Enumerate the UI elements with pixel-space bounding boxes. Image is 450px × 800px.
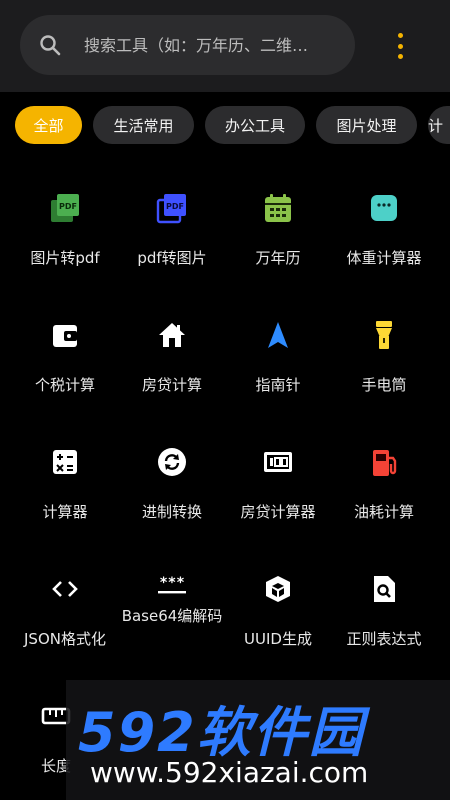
- tool-label: 计算器: [42, 503, 88, 521]
- tool-label: 正则表达式: [346, 630, 422, 648]
- counter-icon: [264, 452, 292, 472]
- category-tabs: 全部 生活常用 办公工具 图片处理 计: [0, 106, 450, 144]
- tool-label: 图片转pdf: [30, 249, 100, 267]
- tool-mortgage-calculator[interactable]: 房贷计算器: [222, 414, 334, 534]
- tool-income-tax[interactable]: 个税计算: [9, 287, 121, 407]
- tool-image-to-pdf[interactable]: PDF 图片转pdf: [9, 160, 121, 280]
- tool-regex[interactable]: 正则表达式: [328, 541, 440, 661]
- tool-label: 油耗计算: [353, 503, 414, 521]
- tool-label: 万年历: [255, 249, 301, 267]
- more-menu-icon[interactable]: [388, 30, 412, 62]
- calendar-icon: [265, 194, 291, 222]
- tool-label: 指南针: [255, 376, 301, 394]
- tool-calendar[interactable]: 万年历: [222, 160, 334, 280]
- tool-label: JSON格式化: [24, 630, 106, 648]
- tab-image-processing[interactable]: 图片处理: [316, 106, 417, 144]
- search-bar[interactable]: [20, 15, 355, 75]
- svg-text:***: ***: [159, 575, 184, 591]
- tool-flashlight[interactable]: 手电筒: [328, 287, 440, 407]
- wallet-icon: [53, 325, 77, 347]
- compass-icon: [268, 322, 288, 348]
- tool-json-format[interactable]: JSON格式化: [9, 541, 121, 661]
- flashlight-icon: [376, 321, 392, 349]
- search-input[interactable]: [84, 29, 346, 61]
- tool-compass[interactable]: 指南针: [222, 287, 334, 407]
- pdf-to-image-icon: PDF: [156, 194, 186, 224]
- svg-text:PDF: PDF: [166, 202, 184, 211]
- tab-daily-life[interactable]: 生活常用: [93, 106, 194, 144]
- image-to-pdf-icon: PDF: [51, 194, 79, 222]
- watermark: 592软件园 www.592xiazai.com: [66, 680, 450, 800]
- tab-office-tools[interactable]: 办公工具: [205, 106, 305, 144]
- tool-label: 进制转换: [141, 503, 202, 521]
- scale-icon: [371, 195, 397, 221]
- tool-fuel-consumption[interactable]: 油耗计算: [328, 414, 440, 534]
- tool-uuid[interactable]: UUID生成: [222, 541, 334, 661]
- gas-station-icon: [373, 450, 397, 476]
- tool-label: 个税计算: [34, 376, 95, 394]
- tool-label: Base64编解码: [121, 607, 223, 625]
- tool-label: 房贷计算: [141, 376, 202, 394]
- cube-icon: [266, 576, 290, 602]
- tool-base-conversion[interactable]: 进制转换: [116, 414, 228, 534]
- tool-calculator[interactable]: 计算器: [9, 414, 121, 534]
- tab-more[interactable]: 计: [428, 106, 450, 144]
- house-icon: [159, 323, 185, 347]
- password-icon: ***: [158, 575, 186, 594]
- tool-label: 房贷计算器: [240, 503, 316, 521]
- calculator-icon: [53, 450, 77, 474]
- top-bar: [0, 0, 450, 92]
- file-search-icon: [374, 576, 395, 602]
- tool-label: 体重计算器: [346, 249, 422, 267]
- svg-text:PDF: PDF: [59, 202, 77, 211]
- tool-mortgage[interactable]: 房贷计算: [116, 287, 228, 407]
- watermark-url: www.592xiazai.com: [90, 756, 369, 789]
- tool-weight-calculator[interactable]: 体重计算器: [328, 160, 440, 280]
- tool-pdf-to-image[interactable]: PDF pdf转图片: [116, 160, 228, 280]
- tab-all[interactable]: 全部: [15, 106, 82, 144]
- tool-label: UUID生成: [244, 630, 312, 648]
- tool-label: pdf转图片: [137, 249, 207, 267]
- convert-icon: [158, 448, 186, 476]
- search-icon: [40, 35, 61, 56]
- tool-base64[interactable]: *** Base64编解码: [116, 541, 228, 661]
- tool-label: 手电筒: [361, 376, 407, 394]
- code-icon: [52, 581, 78, 597]
